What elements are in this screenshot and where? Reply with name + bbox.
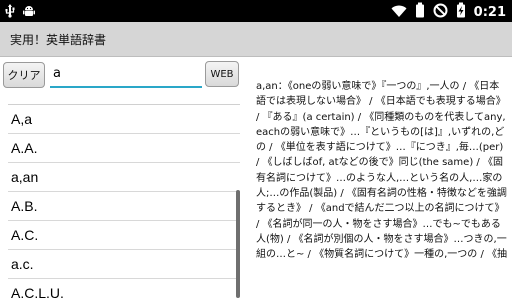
word-list-item[interactable]: a.c. — [8, 250, 240, 279]
word-list-item[interactable]: A.A. — [8, 134, 240, 163]
wifi-icon — [391, 3, 407, 22]
clock-time: 0:21 — [473, 4, 506, 20]
battery-charging-icon — [456, 2, 466, 22]
screen: 0:21 実用！英単語辞書 クリア WEB A,a A.A. a,an A.B.… — [0, 0, 512, 300]
word-list: A,a A.A. a,an A.B. A.C. a.c. A.C.L.U. — [8, 104, 240, 300]
web-search-button[interactable]: WEB — [205, 61, 239, 87]
status-bar: 0:21 — [0, 0, 512, 22]
search-input[interactable] — [50, 61, 202, 88]
word-list-scrollbar[interactable] — [236, 190, 240, 298]
word-list-item[interactable]: a,an — [8, 163, 240, 192]
app-title: 実用！英単語辞書 — [10, 33, 107, 47]
word-list-item[interactable]: A,a — [8, 105, 240, 134]
no-sim-icon — [433, 3, 448, 22]
definition-text: a,an：《oneの弱い意味で》『一つの』,一人の / 《日本語では表現しない場… — [256, 81, 508, 261]
battery-icon — [415, 2, 425, 22]
word-list-item[interactable]: A.C. — [8, 221, 240, 250]
usb-icon — [4, 3, 16, 22]
word-list-item[interactable]: A.C.L.U. — [8, 279, 240, 300]
main-content: クリア WEB A,a A.A. a,an A.B. A.C. a.c. A.C… — [0, 57, 512, 300]
clear-button[interactable]: クリア — [3, 62, 45, 88]
word-list-item[interactable]: A.B. — [8, 192, 240, 221]
title-bar: 実用！英単語辞書 — [0, 22, 512, 57]
android-debug-icon — [22, 3, 36, 22]
